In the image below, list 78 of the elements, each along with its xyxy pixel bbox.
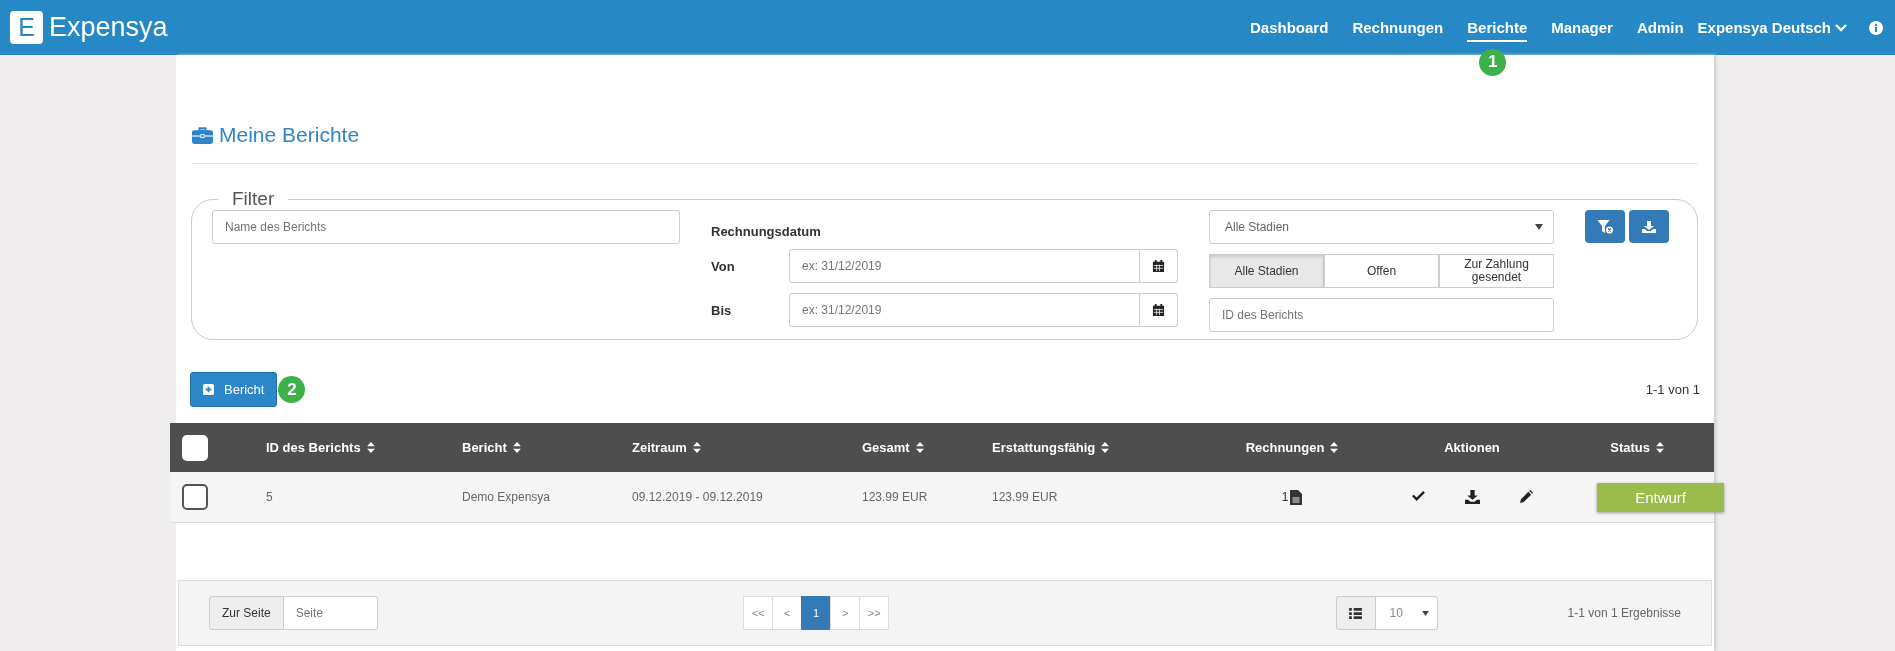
sort-icon[interactable] bbox=[366, 442, 375, 453]
nav-link[interactable]: Admin bbox=[1636, 14, 1684, 42]
chevron-down-icon bbox=[1835, 23, 1847, 32]
name-field[interactable]: Name des Berichts bbox=[212, 210, 680, 244]
column-header[interactable]: Status bbox=[1610, 440, 1650, 455]
row-checkbox[interactable] bbox=[182, 484, 208, 510]
document-icon[interactable] bbox=[1290, 489, 1303, 505]
table-cell: 123.99 EUR bbox=[992, 490, 1058, 504]
list-icon bbox=[1349, 607, 1363, 619]
status-badge: Entwurf bbox=[1597, 482, 1724, 512]
clear-filter-button[interactable] bbox=[1585, 210, 1625, 243]
step-badge: 1 bbox=[1479, 48, 1507, 76]
page-button[interactable]: < bbox=[772, 596, 803, 630]
select-all-checkbox[interactable] bbox=[182, 434, 208, 461]
table-cell: 5 bbox=[266, 490, 273, 504]
goto-label: Zur Seite bbox=[209, 596, 284, 630]
page-size-select[interactable]: 10 bbox=[1375, 596, 1438, 630]
column-header[interactable]: Zeitraum bbox=[632, 440, 687, 455]
from-date-field[interactable]: ex: 31/12/2019 bbox=[789, 249, 1140, 283]
column-header[interactable]: Erstattungsfähig bbox=[992, 440, 1096, 455]
column-header[interactable]: Gesamt bbox=[862, 440, 910, 455]
filter-legend: Filter bbox=[218, 188, 289, 210]
briefcase-icon bbox=[192, 126, 213, 144]
calendar-icon bbox=[1152, 259, 1165, 273]
sort-icon[interactable] bbox=[915, 442, 924, 453]
download-icon bbox=[1642, 220, 1656, 233]
caret-icon bbox=[1421, 610, 1429, 616]
filter-clear-icon bbox=[1596, 219, 1614, 234]
column-header[interactable]: Rechnungen bbox=[1245, 440, 1325, 455]
logo-icon: E bbox=[10, 11, 43, 44]
table-cell: Demo Expensya bbox=[462, 490, 551, 504]
table-cell: 123.99 EUR bbox=[862, 490, 928, 504]
nav-link[interactable]: Berichte bbox=[1467, 14, 1528, 42]
nav-link[interactable]: Rechnungen bbox=[1352, 14, 1444, 42]
add-report-button[interactable]: Bericht bbox=[190, 372, 278, 407]
status-tab[interactable]: Alle Stadien bbox=[1209, 254, 1324, 288]
results-count: 1-1 von 1 Ergebnisse bbox=[1567, 606, 1681, 620]
sort-icon[interactable] bbox=[1656, 442, 1664, 453]
to-label: Bis bbox=[711, 302, 733, 318]
nav-link[interactable]: Dashboard bbox=[1250, 14, 1329, 42]
column-header[interactable]: ID des Berichts bbox=[266, 440, 361, 455]
info-icon[interactable] bbox=[1869, 20, 1883, 35]
status-tab[interactable]: Zur Zahlung gesendet bbox=[1439, 254, 1554, 288]
status-tab[interactable]: Offen bbox=[1324, 254, 1439, 288]
date-label: Rechnungsdatum bbox=[711, 224, 822, 239]
page-title: Meine Berichte bbox=[219, 123, 360, 147]
pencil-icon[interactable] bbox=[1519, 490, 1533, 503]
export-button[interactable] bbox=[1629, 210, 1669, 243]
column-header[interactable]: Bericht bbox=[462, 440, 507, 455]
logo-text: Expensya bbox=[49, 12, 168, 43]
sort-icon[interactable] bbox=[1101, 442, 1110, 453]
caret-icon bbox=[1535, 224, 1543, 230]
page-field[interactable]: Seite bbox=[283, 596, 378, 630]
calendar-icon bbox=[1152, 303, 1165, 317]
check-icon[interactable] bbox=[1411, 490, 1425, 501]
list-view-button[interactable] bbox=[1335, 596, 1376, 630]
page-button[interactable]: >> bbox=[859, 596, 890, 630]
from-label: Von bbox=[711, 258, 736, 274]
calendar-button[interactable] bbox=[1140, 249, 1178, 283]
range-count: 1-1 von 1 bbox=[1645, 382, 1700, 397]
page-button[interactable]: > bbox=[830, 596, 861, 630]
sort-icon[interactable] bbox=[512, 442, 521, 453]
table-cell: 09.12.2019 - 09.12.2019 bbox=[632, 490, 763, 504]
sort-icon[interactable] bbox=[1330, 442, 1339, 453]
nav-link[interactable]: Manager bbox=[1551, 14, 1613, 42]
status-select[interactable]: Alle Stadien bbox=[1209, 210, 1554, 244]
download-icon[interactable] bbox=[1464, 490, 1480, 504]
sort-icon[interactable] bbox=[692, 442, 701, 453]
calendar-button[interactable] bbox=[1140, 293, 1178, 327]
plus-icon bbox=[203, 384, 214, 395]
page-button[interactable]: 1 bbox=[801, 596, 832, 630]
column-header[interactable]: Aktionen bbox=[1444, 440, 1500, 455]
report-id-field[interactable]: ID des Berichts bbox=[1209, 298, 1554, 332]
page-button[interactable]: << bbox=[743, 596, 774, 630]
invoice-count: 1 bbox=[1281, 490, 1289, 504]
language-menu[interactable]: Expensya Deutsch bbox=[1697, 19, 1847, 36]
step-badge: 2 bbox=[278, 376, 306, 403]
to-date-field[interactable]: ex: 31/12/2019 bbox=[789, 293, 1140, 327]
